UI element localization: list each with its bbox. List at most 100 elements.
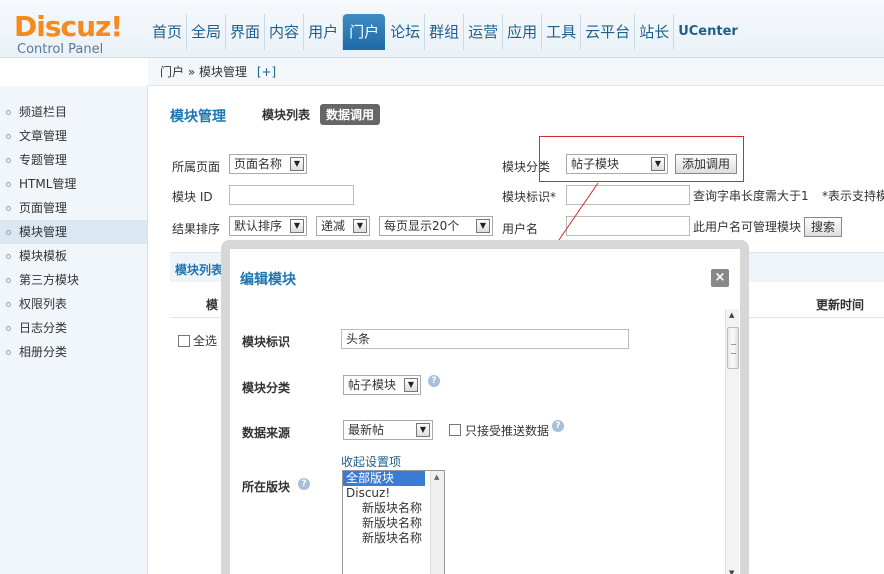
sidebar-item-label: 权限列表 — [19, 297, 68, 311]
username-label: 用户名 — [502, 222, 539, 236]
nav-item-12[interactable]: 站长 — [635, 14, 675, 50]
close-icon[interactable]: × — [711, 269, 729, 287]
sidebar-item-4[interactable]: 页面管理 — [0, 196, 147, 220]
bullet-icon — [6, 229, 11, 235]
nav-item-11[interactable]: 云平台 — [581, 14, 636, 50]
bullet-icon — [6, 301, 11, 307]
chevron-down-icon: ▼ — [353, 219, 367, 233]
dialog-mark-value: 头条 — [346, 332, 371, 346]
nav-item-7[interactable]: 群组 — [425, 14, 465, 50]
module-mark-input[interactable] — [566, 185, 690, 205]
nav-item-1[interactable]: 全局 — [187, 14, 227, 50]
sidebar-item-label: 第三方模块 — [19, 273, 80, 287]
sort-label: 结果排序 — [172, 222, 221, 236]
sidebar-item-10[interactable]: 相册分类 — [0, 340, 147, 364]
nav-item-4[interactable]: 用户 — [304, 14, 344, 50]
edit-module-dialog: 编辑模块 × 模块标识 头条 模块分类 帖子模块 ▼ ? 数据来源 最新帖 ▼ … — [221, 240, 749, 574]
nav-item-2[interactable]: 界面 — [226, 14, 266, 50]
sidebar-item-5[interactable]: 模块管理 — [0, 220, 147, 244]
list-item[interactable]: Discuz! — [343, 486, 444, 501]
bullet-icon — [6, 253, 11, 259]
per-page-value: 每页显示20个 — [384, 219, 460, 233]
dialog-body: 编辑模块 × 模块标识 头条 模块分类 帖子模块 ▼ ? 数据来源 最新帖 ▼ … — [230, 249, 740, 574]
bullet-icon — [6, 349, 11, 355]
module-mark-hint-wildcard: *表示支持模 — [822, 189, 884, 203]
page-filter-select[interactable]: 页面名称 ▼ — [229, 154, 307, 174]
nav-item-8[interactable]: 运营 — [464, 14, 504, 50]
bullet-icon — [6, 157, 11, 163]
help-icon[interactable]: ? — [428, 375, 440, 387]
help-icon[interactable]: ? — [298, 478, 310, 490]
logo[interactable]: Discuz! Control Panel — [14, 12, 123, 58]
chevron-down-icon: ▼ — [476, 219, 490, 233]
bullet-icon — [6, 205, 11, 211]
sidebar-item-8[interactable]: 权限列表 — [0, 292, 147, 316]
sidebar-item-3[interactable]: HTML管理 — [0, 172, 147, 196]
sort-select[interactable]: 默认排序 ▼ — [229, 216, 307, 236]
dialog-category-label: 模块分类 — [242, 381, 291, 395]
chevron-up-icon[interactable]: ▲ — [729, 311, 734, 319]
nav-item-10[interactable]: 工具 — [542, 14, 582, 50]
sidebar-item-label: 频道栏目 — [19, 105, 68, 119]
order-value: 递减 — [321, 219, 346, 233]
listbox-scrollbar[interactable]: ▲ — [430, 471, 444, 574]
page-filter-label: 所属页面 — [172, 160, 221, 174]
push-only-label: 只接受推送数据 — [465, 424, 550, 438]
sidebar-item-label: HTML管理 — [19, 177, 77, 191]
tab-data-call[interactable]: 数据调用 — [320, 104, 381, 125]
nav-item-13[interactable]: UCenter — [674, 14, 742, 50]
list-item[interactable]: 新版块名称 — [343, 516, 444, 531]
nav-item-6[interactable]: 论坛 — [386, 14, 426, 50]
breadcrumb-add-button[interactable]: [+] — [257, 65, 276, 79]
tab-module-list[interactable]: 模块列表 — [256, 104, 316, 125]
module-id-input[interactable] — [229, 185, 354, 205]
dialog-category-value: 帖子模块 — [348, 378, 397, 392]
list-item[interactable]: 新版块名称 — [343, 501, 444, 516]
dialog-title: 编辑模块 — [240, 272, 296, 288]
sidebar-item-label: 专题管理 — [19, 153, 68, 167]
sidebar-item-label: 模块模板 — [19, 249, 68, 263]
sidebar-item-label: 相册分类 — [19, 345, 68, 359]
chevron-down-icon[interactable]: ▼ — [729, 569, 734, 574]
sidebar-item-7[interactable]: 第三方模块 — [0, 268, 147, 292]
list-item[interactable]: 全部版块 — [343, 471, 425, 486]
chevron-up-icon: ▲ — [434, 473, 440, 481]
bullet-icon — [6, 181, 11, 187]
nav-item-5[interactable]: 门户 — [343, 14, 386, 50]
bullet-icon — [6, 277, 11, 283]
module-id-label: 模块 ID — [172, 190, 213, 204]
sidebar-item-label: 文章管理 — [19, 129, 68, 143]
page-filter-value: 页面名称 — [234, 157, 283, 171]
dialog-category-select[interactable]: 帖子模块 ▼ — [343, 375, 421, 395]
nav-item-0[interactable]: 首页 — [148, 14, 188, 50]
sidebar-item-label: 日志分类 — [19, 321, 68, 335]
sidebar-item-9[interactable]: 日志分类 — [0, 316, 147, 340]
select-all-checkbox[interactable] — [178, 334, 190, 347]
dialog-forum-label: 所在版块 — [242, 480, 291, 494]
select-all-label: 全选 — [193, 334, 218, 348]
highlight-box — [539, 136, 744, 182]
sidebar-item-6[interactable]: 模块模板 — [0, 244, 147, 268]
dialog-mark-input[interactable]: 头条 — [341, 329, 629, 349]
sidebar-item-0[interactable]: 频道栏目 — [0, 100, 147, 124]
dialog-scrollbar[interactable]: ▲ ▼ — [725, 309, 739, 574]
order-select[interactable]: 递减 ▼ — [316, 216, 370, 236]
search-button[interactable]: 搜索 — [804, 217, 842, 237]
sidebar-item-2[interactable]: 专题管理 — [0, 148, 147, 172]
username-input[interactable] — [566, 216, 690, 236]
push-only-checkbox[interactable] — [449, 424, 461, 436]
nav-item-9[interactable]: 应用 — [503, 14, 543, 50]
scrollbar-thumb[interactable] — [727, 327, 739, 369]
dialog-source-label: 数据来源 — [242, 426, 291, 440]
dialog-source-select[interactable]: 最新帖 ▼ — [343, 420, 433, 440]
forum-listbox[interactable]: 全部版块 Discuz! 新版块名称 新版块名称 新版块名称 ▲ — [342, 470, 445, 574]
nav-item-3[interactable]: 内容 — [265, 14, 305, 50]
breadcrumb-path: 门户 » 模块管理 — [160, 65, 247, 79]
module-mark-hint: 查询字串长度需大于1 — [693, 189, 809, 203]
per-page-select[interactable]: 每页显示20个 ▼ — [379, 216, 493, 236]
list-item[interactable]: 新版块名称 — [343, 531, 444, 546]
select-all[interactable]: 全选 — [178, 332, 217, 349]
sidebar-item-1[interactable]: 文章管理 — [0, 124, 147, 148]
help-icon[interactable]: ? — [552, 420, 564, 432]
collapse-settings-link[interactable]: 收起设置项 — [341, 453, 401, 470]
